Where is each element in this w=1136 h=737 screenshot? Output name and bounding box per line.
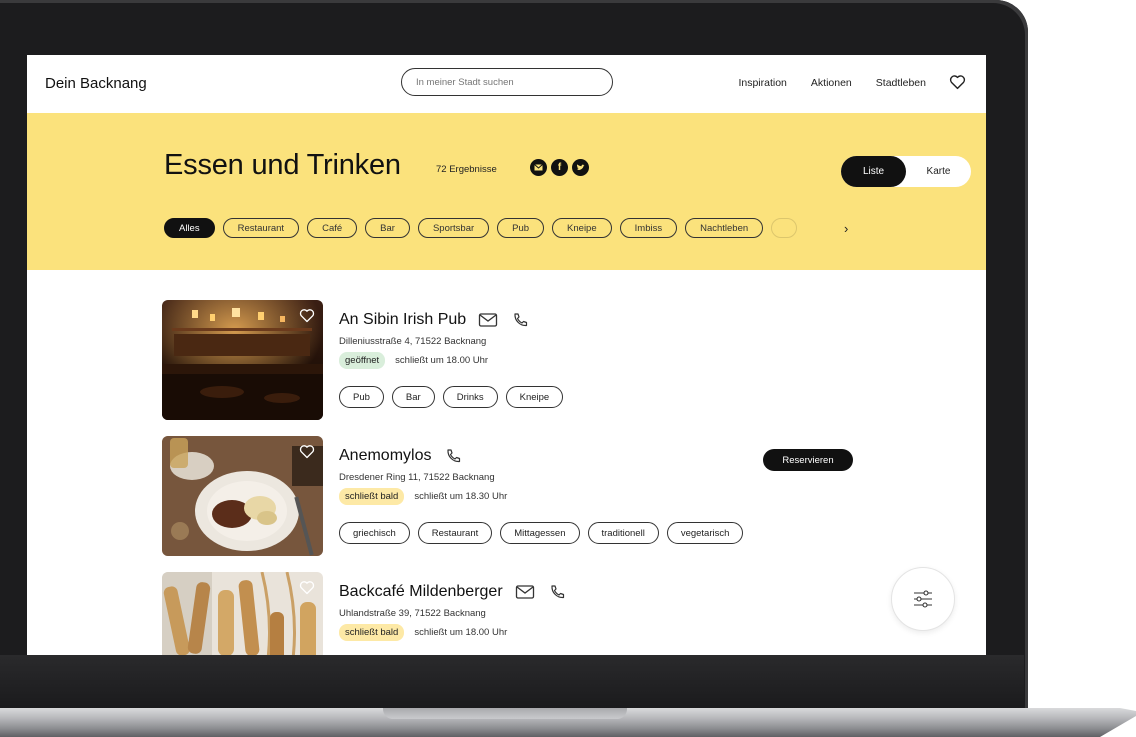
- favorite-heart-icon[interactable]: [299, 444, 315, 459]
- mail-icon[interactable]: [530, 159, 547, 176]
- listing-address: Dresdener Ring 11, 71522 Backnang: [339, 472, 495, 483]
- phone-icon[interactable]: [510, 312, 530, 328]
- share-icons: f: [530, 159, 589, 176]
- listing-name[interactable]: An Sibin Irish Pub: [339, 311, 466, 329]
- view-toggle-map[interactable]: Karte: [906, 156, 971, 187]
- status-badge: schließt bald: [339, 488, 405, 505]
- tag-chip[interactable]: Drinks: [442, 386, 498, 408]
- opening-hours: schließt um 18.00 Uhr: [395, 355, 489, 366]
- filter-settings-button[interactable]: [891, 567, 955, 631]
- filter-chip-bar[interactable]: Bar: [365, 218, 410, 238]
- result-count: 72 Ergebnisse: [436, 164, 497, 175]
- listing-address: Dilleniusstraße 4, 71522 Backnang: [339, 336, 487, 347]
- listing-tags: griechisch Restaurant Mittagessen tradit…: [339, 522, 744, 544]
- pub-interior-image[interactable]: [162, 300, 323, 420]
- status-badge: geöffnet: [339, 352, 386, 369]
- tag-chip[interactable]: Restaurant: [417, 522, 493, 544]
- tag-chip[interactable]: Bar: [391, 386, 435, 408]
- listing-name[interactable]: Backcafé Mildenberger: [339, 583, 503, 601]
- listing-an-sibin[interactable]: An Sibin Irish Pub Dilleniusstraße 4, 71…: [162, 300, 942, 422]
- view-toggle-list[interactable]: Liste: [841, 156, 906, 187]
- tag-chip[interactable]: griechisch: [339, 522, 410, 544]
- tag-chip[interactable]: vegetarisch: [666, 522, 744, 544]
- food-plate-image[interactable]: [162, 436, 323, 556]
- listing-status-row: schließt bald schließt um 18.30 Uhr: [339, 488, 507, 505]
- laptop-notch: [383, 708, 627, 719]
- favorite-heart-icon[interactable]: [299, 308, 315, 323]
- reserve-button[interactable]: Reservieren: [763, 449, 853, 471]
- phone-icon[interactable]: [443, 448, 463, 464]
- listing-name[interactable]: Anemomylos: [339, 447, 431, 465]
- listing-address: Uhlandstraße 39, 71522 Backnang: [339, 608, 486, 619]
- listing-title-row: An Sibin Irish Pub: [339, 311, 530, 329]
- filter-chip-sportsbar[interactable]: Sportsbar: [417, 218, 490, 238]
- nav-links: Inspiration Aktionen Stadtleben: [738, 77, 926, 89]
- listing-title-row: Anemomylos: [339, 447, 463, 465]
- bakery-image[interactable]: [162, 572, 323, 655]
- nav-link-inspiration[interactable]: Inspiration: [738, 77, 786, 89]
- filter-chip-pub[interactable]: Pub: [497, 218, 545, 238]
- facebook-icon[interactable]: f: [551, 159, 568, 176]
- listing-status-row: schließt bald schließt um 18.00 Uhr: [339, 624, 507, 641]
- email-icon[interactable]: [515, 584, 535, 600]
- listing-title-row: Backcafé Mildenberger: [339, 583, 567, 601]
- nav-link-aktionen[interactable]: Aktionen: [811, 77, 852, 89]
- top-nav: Dein Backnang Inspiration Aktionen Stadt…: [27, 55, 986, 113]
- listing-status-row: geöffnet schließt um 18.00 Uhr: [339, 352, 488, 369]
- filter-chip-nachtleben[interactable]: Nachtleben: [685, 218, 764, 238]
- email-icon[interactable]: [478, 312, 498, 328]
- category-header: Essen und Trinken 72 Ergebnisse f Liste …: [27, 113, 986, 270]
- listing-anemomylos[interactable]: Anemomylos Reservieren Dresdener Ring 11…: [162, 436, 942, 558]
- category-filter-chips: Alles Restaurant Café Bar Sportsbar Pub …: [164, 218, 798, 238]
- favorites-heart-icon[interactable]: [949, 74, 966, 90]
- opening-hours: schließt um 18.00 Uhr: [414, 627, 508, 638]
- sliders-icon: [914, 590, 932, 608]
- filter-chip-imbiss[interactable]: Imbiss: [619, 218, 678, 238]
- view-toggle: Liste Karte: [841, 156, 971, 187]
- status-badge: schließt bald: [339, 624, 405, 641]
- filter-chip-restaurant[interactable]: Restaurant: [222, 218, 300, 238]
- chevron-right-icon[interactable]: ›: [844, 221, 848, 236]
- filter-chip-alles[interactable]: Alles: [164, 218, 215, 238]
- search-input[interactable]: [401, 68, 613, 96]
- laptop-bezel: [0, 655, 1024, 710]
- filter-chip-overflow[interactable]: [771, 218, 798, 238]
- phone-icon[interactable]: [547, 584, 567, 600]
- twitter-icon[interactable]: [572, 159, 589, 176]
- website-screen: Dein Backnang Inspiration Aktionen Stadt…: [27, 55, 986, 655]
- tag-chip[interactable]: traditionell: [587, 522, 659, 544]
- nav-link-stadtleben[interactable]: Stadtleben: [876, 77, 926, 89]
- tag-chip[interactable]: Pub: [339, 386, 384, 408]
- page-title: Essen und Trinken: [164, 149, 401, 181]
- listing-tags: Pub Bar Drinks Kneipe: [339, 386, 564, 408]
- brand-logo[interactable]: Dein Backnang: [45, 75, 147, 92]
- filter-chip-cafe[interactable]: Café: [307, 218, 358, 238]
- listing-backcafe-mildenberger[interactable]: Backcafé Mildenberger Uhlandstraße 39, 7…: [162, 572, 942, 655]
- favorite-heart-icon[interactable]: [299, 580, 315, 595]
- tag-chip[interactable]: Kneipe: [505, 386, 564, 408]
- opening-hours: schließt um 18.30 Uhr: [414, 491, 508, 502]
- tag-chip[interactable]: Mittagessen: [500, 522, 580, 544]
- filter-chip-kneipe[interactable]: Kneipe: [552, 218, 612, 238]
